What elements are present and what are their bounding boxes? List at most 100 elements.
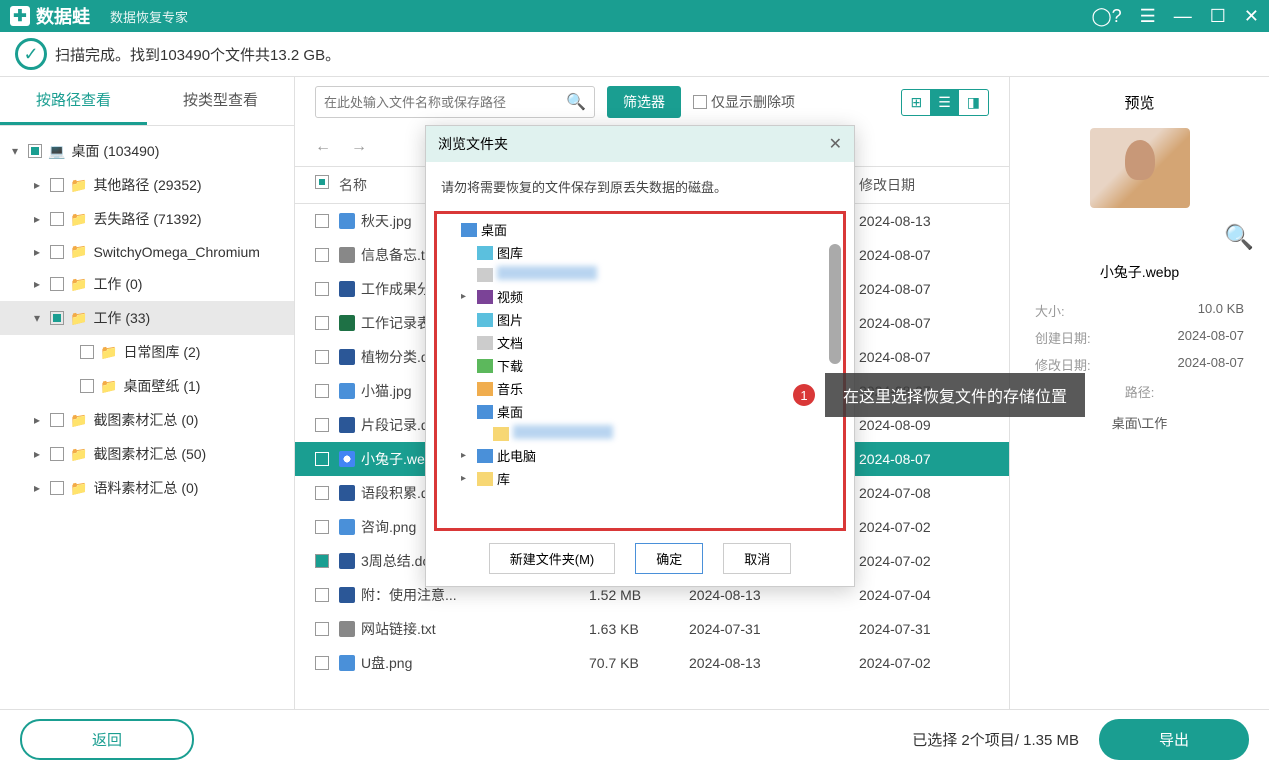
file-icon bbox=[339, 655, 355, 671]
file-checkbox[interactable] bbox=[315, 520, 329, 534]
tree-item[interactable]: ▸📁截图素材汇总 (50) bbox=[0, 437, 294, 471]
select-all-checkbox[interactable] bbox=[315, 175, 329, 189]
dialog-tree-item[interactable]: ▸此电脑 bbox=[441, 444, 839, 467]
status-bar: ✓ 扫描完成。找到103490个文件共13.2 GB。 bbox=[0, 32, 1269, 77]
nav-back-icon[interactable]: ← bbox=[315, 138, 331, 156]
dialog-close-icon[interactable]: ✕ bbox=[829, 134, 842, 154]
new-folder-button[interactable]: 新建文件夹(M) bbox=[489, 543, 616, 574]
list-view-icon[interactable]: ☰ bbox=[930, 90, 959, 115]
left-panel: 按路径查看 按类型查看 ▾💻桌面 (103490)▸📁其他路径 (29352)▸… bbox=[0, 77, 295, 709]
file-checkbox[interactable] bbox=[315, 588, 329, 602]
dialog-tree-item[interactable]: 音乐 bbox=[441, 377, 839, 400]
back-button[interactable]: 返回 bbox=[20, 719, 194, 760]
file-icon bbox=[339, 213, 355, 229]
file-icon bbox=[339, 383, 355, 399]
footer: 返回 已选择 2个项目/ 1.35 MB 导出 bbox=[0, 709, 1269, 769]
file-icon bbox=[339, 621, 355, 637]
file-checkbox[interactable] bbox=[315, 452, 329, 466]
window-controls: ◯? ☰ — ☐ ✕ bbox=[1091, 6, 1259, 27]
only-deleted-toggle[interactable]: 仅显示删除项 bbox=[693, 92, 795, 112]
dialog-buttons: 新建文件夹(M) 确定 取消 bbox=[426, 531, 854, 586]
view-tabs: 按路径查看 按类型查看 bbox=[0, 77, 294, 126]
dialog-tree-item[interactable] bbox=[441, 264, 839, 285]
callout-text: 在这里选择恢复文件的存储位置 bbox=[825, 373, 1085, 417]
tree-item[interactable]: ▾📁工作 (33) bbox=[0, 301, 294, 335]
dialog-tree-item[interactable]: 图片 bbox=[441, 308, 839, 331]
file-checkbox[interactable] bbox=[315, 316, 329, 330]
dialog-tree-item[interactable]: 下载 bbox=[441, 354, 839, 377]
file-checkbox[interactable] bbox=[315, 248, 329, 262]
file-icon bbox=[339, 417, 355, 433]
tree-item[interactable]: 📁桌面壁纸 (1) bbox=[0, 369, 294, 403]
ok-button[interactable]: 确定 bbox=[635, 543, 703, 574]
file-checkbox[interactable] bbox=[315, 384, 329, 398]
filter-button[interactable]: 筛选器 bbox=[607, 86, 681, 118]
dialog-title: 浏览文件夹 bbox=[438, 134, 508, 154]
app-subtitle: 数据恢复专家 bbox=[110, 7, 188, 26]
app-logo: ✚ 数据蛙 bbox=[10, 3, 90, 29]
tree-item[interactable]: ▸📁其他路径 (29352) bbox=[0, 168, 294, 202]
dialog-tree-item[interactable]: 桌面 bbox=[441, 400, 839, 423]
file-icon bbox=[339, 247, 355, 263]
preview-image bbox=[1090, 128, 1190, 208]
check-icon: ✓ bbox=[15, 38, 47, 70]
toolbar: 🔍 筛选器 仅显示删除项 ⊞ ☰ ◨ bbox=[295, 77, 1009, 127]
dialog-message: 请勿将需要恢复的文件保存到原丢失数据的磁盘。 bbox=[426, 162, 854, 211]
view-mode-toggle: ⊞ ☰ ◨ bbox=[901, 89, 989, 116]
tab-by-type[interactable]: 按类型查看 bbox=[147, 77, 294, 125]
file-checkbox[interactable] bbox=[315, 214, 329, 228]
dialog-tree-highlight: 桌面图库▸视频图片文档下载音乐桌面▸此电脑▸库 bbox=[434, 211, 846, 531]
tree-item[interactable]: ▸📁语料素材汇总 (0) bbox=[0, 471, 294, 505]
file-icon bbox=[339, 553, 355, 569]
status-text: 扫描完成。找到103490个文件共13.2 GB。 bbox=[55, 44, 340, 65]
cancel-button[interactable]: 取消 bbox=[723, 543, 791, 574]
callout-annotation: 1 在这里选择恢复文件的存储位置 bbox=[793, 373, 1085, 417]
search-icon[interactable]: 🔍 bbox=[566, 92, 586, 112]
tree-item[interactable]: ▸📁丢失路径 (71392) bbox=[0, 202, 294, 236]
maximize-icon[interactable]: ☐ bbox=[1210, 6, 1226, 27]
nav-forward-icon[interactable]: → bbox=[351, 138, 367, 156]
file-row[interactable]: U盘.png70.7 KB2024-08-132024-07-02 bbox=[295, 646, 1009, 680]
dialog-tree-item[interactable]: ▸库 bbox=[441, 467, 839, 490]
export-button[interactable]: 导出 bbox=[1099, 719, 1249, 760]
file-icon bbox=[339, 349, 355, 365]
dialog-tree-item[interactable] bbox=[441, 423, 839, 444]
app-name: 数据蛙 bbox=[36, 3, 90, 29]
detail-view-icon[interactable]: ◨ bbox=[959, 90, 988, 115]
tree-item[interactable]: ▾💻桌面 (103490) bbox=[0, 134, 294, 168]
tree-item[interactable]: ▸📁SwitchyOmega_Chromium bbox=[0, 236, 294, 267]
file-checkbox[interactable] bbox=[315, 622, 329, 636]
file-checkbox[interactable] bbox=[315, 656, 329, 670]
file-checkbox[interactable] bbox=[315, 282, 329, 296]
file-checkbox[interactable] bbox=[315, 418, 329, 432]
preview-title: 预览 bbox=[1025, 92, 1254, 113]
folder-tree[interactable]: ▾💻桌面 (103490)▸📁其他路径 (29352)▸📁丢失路径 (71392… bbox=[0, 126, 294, 709]
browse-folder-dialog: 浏览文件夹 ✕ 请勿将需要恢复的文件保存到原丢失数据的磁盘。 桌面图库▸视频图片… bbox=[425, 125, 855, 587]
tab-by-path[interactable]: 按路径查看 bbox=[0, 77, 147, 125]
file-checkbox[interactable] bbox=[315, 486, 329, 500]
titlebar: ✚ 数据蛙 数据恢复专家 ◯? ☰ — ☐ ✕ bbox=[0, 0, 1269, 32]
dialog-tree-item[interactable]: ▸视频 bbox=[441, 285, 839, 308]
search-input[interactable] bbox=[324, 95, 566, 110]
dialog-tree-item[interactable]: 图库 bbox=[441, 241, 839, 264]
preview-filename: 小兔子.webp bbox=[1025, 262, 1254, 282]
file-icon bbox=[339, 451, 355, 467]
dialog-tree-item[interactable]: 文档 bbox=[441, 331, 839, 354]
close-icon[interactable]: ✕ bbox=[1244, 6, 1259, 27]
file-row[interactable]: 网站链接.txt1.63 KB2024-07-312024-07-31 bbox=[295, 612, 1009, 646]
file-checkbox[interactable] bbox=[315, 350, 329, 364]
tree-item[interactable]: ▸📁截图素材汇总 (0) bbox=[0, 403, 294, 437]
menu-icon[interactable]: ☰ bbox=[1140, 6, 1156, 27]
tree-item[interactable]: 📁日常图库 (2) bbox=[0, 335, 294, 369]
file-checkbox[interactable] bbox=[315, 554, 329, 568]
grid-view-icon[interactable]: ⊞ bbox=[902, 90, 930, 115]
dialog-folder-tree[interactable]: 桌面图库▸视频图片文档下载音乐桌面▸此电脑▸库 bbox=[441, 218, 839, 524]
tree-item[interactable]: ▸📁工作 (0) bbox=[0, 267, 294, 301]
dialog-tree-item[interactable]: 桌面 bbox=[441, 218, 839, 241]
col-moddate[interactable]: 修改日期 bbox=[859, 175, 989, 195]
dialog-scrollbar[interactable] bbox=[829, 244, 841, 364]
minimize-icon[interactable]: — bbox=[1174, 6, 1192, 27]
help-icon[interactable]: ◯? bbox=[1091, 6, 1121, 27]
zoom-icon[interactable]: 🔍 bbox=[1025, 223, 1254, 252]
search-box[interactable]: 🔍 bbox=[315, 86, 595, 118]
